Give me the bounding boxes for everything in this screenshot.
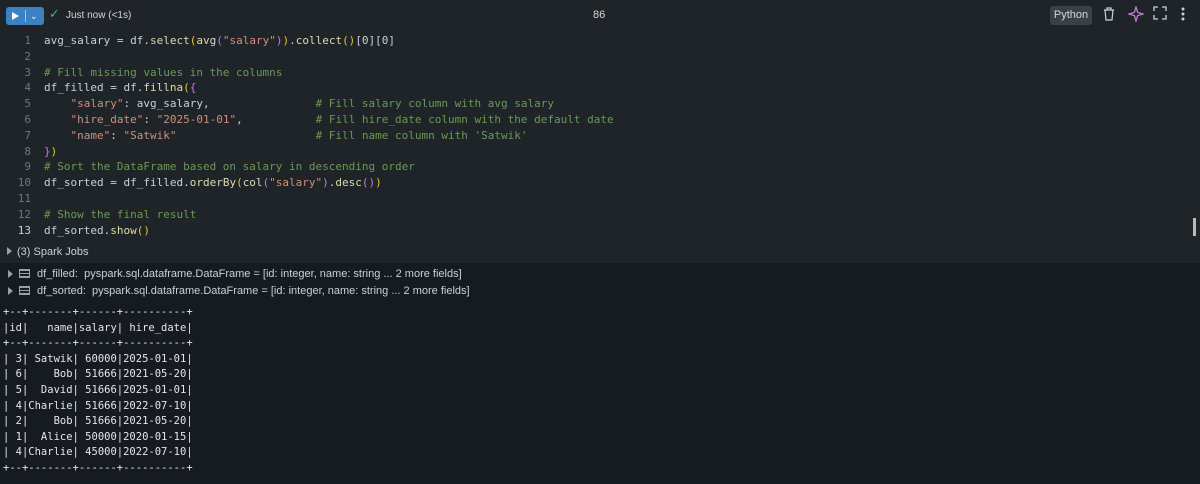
chevron-down-icon[interactable]: ⌄ bbox=[30, 7, 38, 25]
code-line[interactable]: 7 "name": "Satwik" # Fill name column wi… bbox=[0, 128, 1190, 144]
cell-number: 86 bbox=[593, 9, 606, 21]
trash-icon[interactable] bbox=[1102, 6, 1116, 26]
dataframe-type: pyspark.sql.dataframe.DataFrame = [id: i… bbox=[92, 285, 470, 297]
line-number: 8 bbox=[24, 144, 31, 158]
line-number: 4 bbox=[24, 81, 31, 95]
editor-scrollbar[interactable] bbox=[1193, 218, 1196, 236]
dataframe-type: pyspark.sql.dataframe.DataFrame = [id: i… bbox=[84, 268, 462, 280]
dataframe-row[interactable]: df_filled: pyspark.sql.dataframe.DataFra… bbox=[0, 266, 1200, 282]
line-number: 7 bbox=[24, 128, 31, 142]
code-line[interactable]: 6 "hire_date": "2025-01-01", # Fill hire… bbox=[0, 112, 1190, 128]
code-text[interactable]: "salary": avg_salary, # Fill salary colu… bbox=[44, 96, 554, 112]
line-number: 2 bbox=[24, 49, 31, 63]
code-line[interactable]: 3 # Fill missing values in the columns bbox=[0, 65, 1190, 81]
line-number: 12 bbox=[17, 207, 31, 221]
chevron-right-icon[interactable] bbox=[8, 287, 13, 295]
result-table: +--+-------+------+----------+ |id| name… bbox=[3, 306, 193, 474]
code-text[interactable]: # Sort the DataFrame based on salary in … bbox=[44, 159, 415, 175]
dataframe-row[interactable]: df_sorted: pyspark.sql.dataframe.DataFra… bbox=[0, 283, 1200, 299]
code-text[interactable]: df_sorted.show() bbox=[44, 223, 150, 239]
expand-icon[interactable] bbox=[1153, 6, 1167, 24]
line-number: 6 bbox=[24, 113, 31, 126]
sparkle-icon[interactable] bbox=[1126, 4, 1146, 26]
code-line[interactable]: 2 bbox=[0, 49, 1190, 65]
dataframe-name: df_filled: bbox=[37, 268, 78, 280]
chevron-right-icon[interactable] bbox=[8, 270, 13, 278]
dataframe-name: df_sorted: bbox=[37, 285, 86, 297]
line-number: 9 bbox=[24, 160, 31, 174]
code-text[interactable]: "name": "Satwik" # Fill name column with… bbox=[44, 128, 528, 144]
code-editor[interactable]: 1 avg_salary = df.select(avg("salary")).c… bbox=[0, 31, 1200, 241]
cell-output: df_filled: pyspark.sql.dataframe.DataFra… bbox=[0, 263, 1200, 484]
code-text[interactable]: # Fill missing values in the columns bbox=[44, 65, 282, 81]
code-line[interactable]: 9 # Sort the DataFrame based on salary in… bbox=[0, 159, 1190, 175]
spark-jobs-label: (3) Spark Jobs bbox=[17, 246, 89, 258]
run-cell-button[interactable]: ⌄ bbox=[6, 7, 44, 25]
code-line[interactable]: 1 avg_salary = df.select(avg("salary")).c… bbox=[0, 33, 1190, 49]
language-selector[interactable]: Python bbox=[1050, 6, 1092, 25]
run-button-divider bbox=[25, 10, 26, 22]
chevron-right-icon[interactable] bbox=[7, 247, 12, 255]
code-line[interactable]: 13 df_sorted.show() bbox=[0, 223, 1190, 239]
spark-jobs-toggle[interactable]: (3) Spark Jobs bbox=[0, 241, 1200, 263]
code-line[interactable]: 4 df_filled = df.fillna({ bbox=[0, 80, 1190, 96]
more-vertical-icon[interactable] bbox=[1180, 6, 1186, 26]
code-line[interactable]: 12 # Show the final result bbox=[0, 207, 1190, 223]
check-icon: ✓ bbox=[49, 6, 60, 21]
line-number: 10 bbox=[17, 176, 31, 190]
line-number: 1 bbox=[24, 34, 31, 47]
cell-toolbar: ⌄ ✓ Just now (<1s) 86 Python bbox=[0, 0, 1200, 31]
code-line[interactable]: 5 "salary": avg_salary, # Fill salary co… bbox=[0, 96, 1190, 112]
line-number: 5 bbox=[24, 97, 31, 111]
code-text[interactable]: "hire_date": "2025-01-01", # Fill hire_d… bbox=[44, 112, 614, 128]
line-number: 3 bbox=[24, 65, 31, 79]
code-line[interactable]: 8}) bbox=[0, 144, 1190, 160]
code-text[interactable]: avg_salary = df.select(avg("salary")).co… bbox=[44, 33, 395, 49]
line-number: 13 bbox=[17, 223, 31, 237]
table-icon bbox=[19, 269, 30, 278]
code-text[interactable]: }) bbox=[44, 144, 57, 160]
run-status: Just now (<1s) bbox=[66, 10, 132, 21]
line-number: 11 bbox=[17, 192, 31, 205]
table-icon bbox=[19, 286, 30, 295]
code-line[interactable]: 10 df_sorted = df_filled.orderBy(col("sal… bbox=[0, 175, 1190, 191]
code-line[interactable]: 11 bbox=[0, 191, 1190, 207]
play-icon[interactable] bbox=[12, 12, 19, 20]
code-text[interactable]: df_sorted = df_filled.orderBy(col("salar… bbox=[44, 175, 382, 191]
code-text[interactable]: df_filled = df.fillna({ bbox=[44, 80, 196, 96]
code-text[interactable]: # Show the final result bbox=[44, 207, 196, 223]
